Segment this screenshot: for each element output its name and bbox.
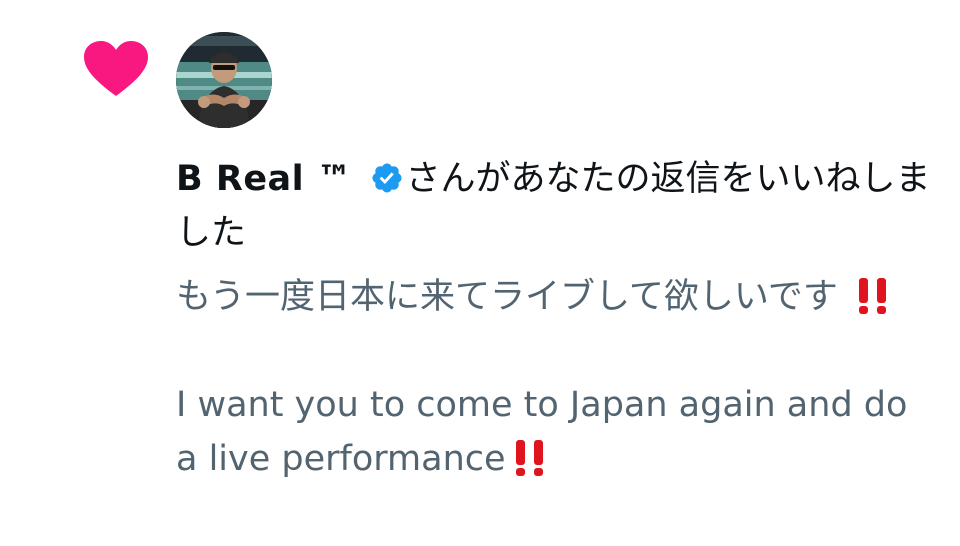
reply-text-english: I want you to come to Japan again and do… — [176, 385, 908, 479]
heart-icon — [84, 41, 148, 96]
reply-preview[interactable]: もう一度日本に来てライブして欲しいです I want you to come t… — [176, 270, 936, 486]
notification-headline: B Real ™ さんがあなたの返信をいいねしました — [176, 152, 936, 260]
like-notification[interactable]: B Real ™ さんがあなたの返信をいいねしました もう一度日本に来てライブし… — [0, 0, 960, 546]
double-exclamation-icon — [859, 278, 886, 314]
double-exclamation-icon — [515, 440, 543, 476]
reply-text-japanese: もう一度日本に来てライブして欲しいです — [176, 270, 936, 324]
verified-badge-icon — [371, 163, 402, 193]
user-name[interactable]: B Real ™ — [176, 159, 352, 199]
user-avatar[interactable] — [176, 32, 272, 128]
